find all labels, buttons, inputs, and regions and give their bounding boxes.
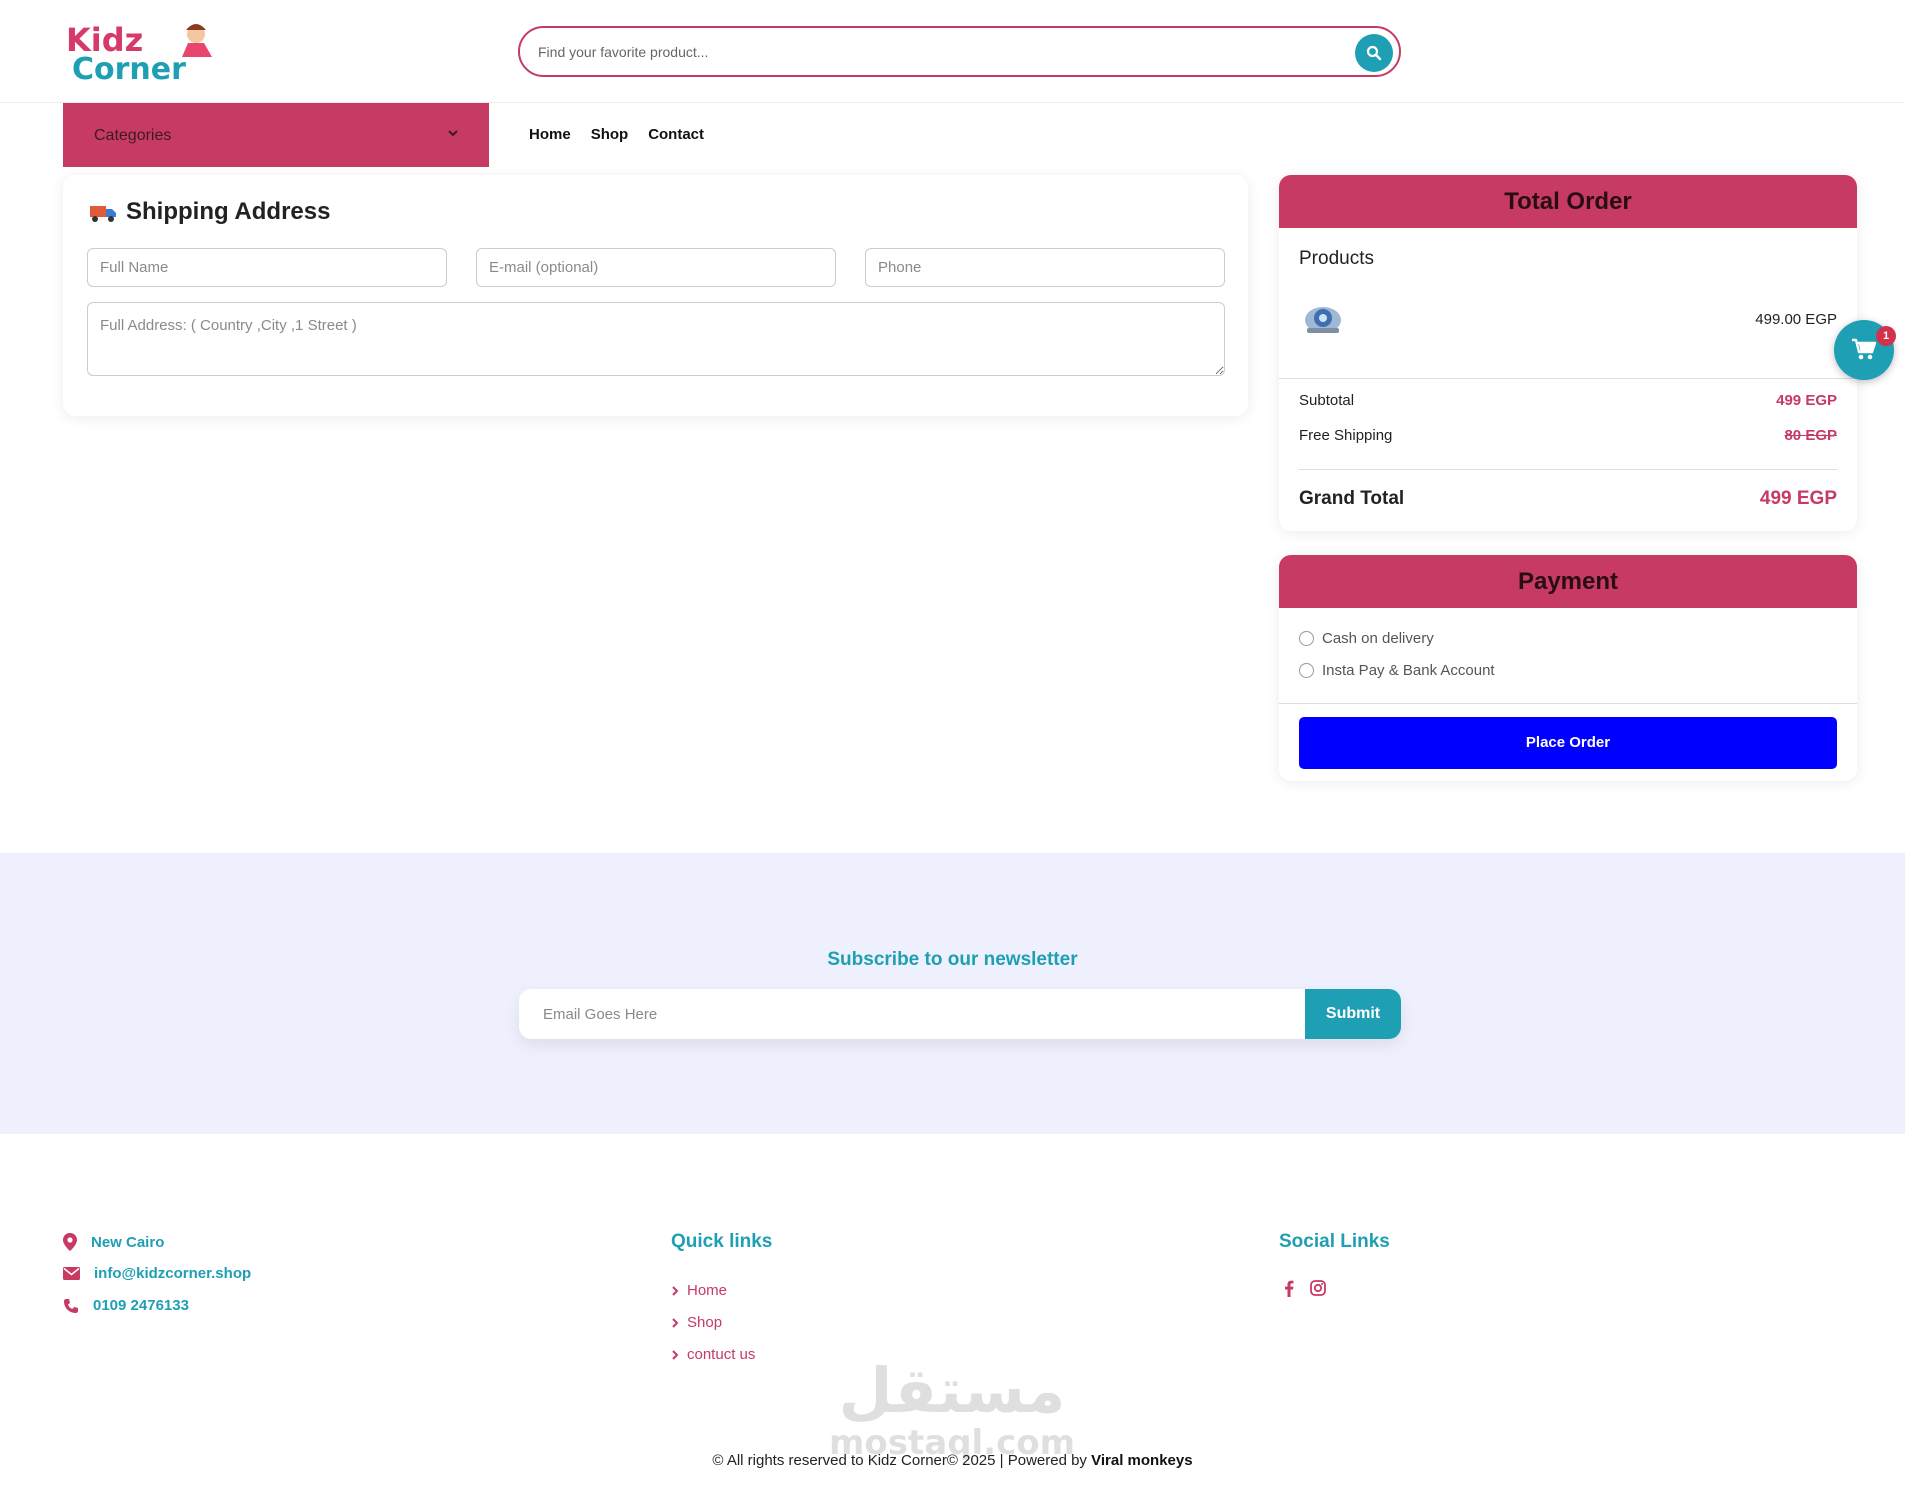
phone-field[interactable] [865, 248, 1225, 287]
chevron-down-icon [448, 130, 458, 137]
chevron-right-icon [672, 1285, 679, 1296]
radio-button[interactable] [1299, 631, 1314, 646]
main-nav: Home Shop Contact [529, 126, 704, 143]
envelope-icon [63, 1267, 80, 1280]
products-label: Products [1299, 248, 1374, 269]
search-input[interactable] [538, 38, 1318, 66]
newsletter-submit-button[interactable]: Submit [1305, 989, 1401, 1039]
search-bar [518, 26, 1401, 77]
site-header: Kidz Corner [0, 0, 1905, 103]
contact-email[interactable]: info@kidzcorner.shop [63, 1265, 251, 1282]
payment-option-instapay[interactable]: Insta Pay & Bank Account [1299, 662, 1495, 679]
social-links-title: Social Links [1279, 1231, 1390, 1252]
divider [1279, 703, 1857, 704]
categories-label: Categories [94, 127, 172, 144]
email-field[interactable] [476, 248, 836, 287]
total-order-title: Total Order [1279, 175, 1857, 228]
radio-button[interactable] [1299, 663, 1314, 678]
chevron-right-icon [672, 1349, 679, 1360]
place-order-button[interactable]: Place Order [1299, 717, 1837, 769]
categories-dropdown[interactable]: Categories [63, 103, 489, 167]
facebook-icon[interactable] [1284, 1280, 1294, 1297]
search-icon [1366, 45, 1382, 61]
total-order-card: Total Order Products 499.00 EGP Subtotal… [1279, 175, 1857, 531]
floating-cart-button[interactable]: 1 [1834, 320, 1896, 380]
newsletter-section: Subscribe to our newsletter Submit [0, 853, 1905, 1134]
powered-by-link[interactable]: Viral monkeys [1091, 1452, 1192, 1469]
cart-count-badge: 1 [1876, 326, 1896, 346]
nav-link-home[interactable]: Home [529, 126, 571, 143]
newsletter-email-input[interactable] [543, 1001, 1283, 1027]
quick-link-home[interactable]: Home [671, 1282, 727, 1299]
quick-link-contact[interactable]: contuct us [671, 1346, 755, 1363]
shipping-title: Shipping Address [89, 198, 330, 226]
svg-text:مستقل: مستقل [839, 1354, 1066, 1427]
newsletter-form: Submit [519, 989, 1401, 1039]
copyright-text: © All rights reserved to Kidz Corner© 20… [712, 1452, 1193, 1469]
newsletter-title: Subscribe to our newsletter [827, 949, 1078, 970]
svg-text:Corner: Corner [72, 52, 186, 84]
full-name-field[interactable] [87, 248, 447, 287]
payment-card: Payment Cash on delivery Insta Pay & Ban… [1279, 555, 1857, 781]
nav-link-shop[interactable]: Shop [591, 126, 629, 143]
grand-total-value: 499 EGP [1759, 488, 1837, 509]
payment-title: Payment [1279, 555, 1857, 608]
grand-total-label: Grand Total [1299, 488, 1405, 509]
nav-link-contact[interactable]: Contact [648, 126, 704, 143]
cart-icon [1852, 338, 1877, 360]
contact-phone[interactable]: 0109 2476133 [63, 1297, 189, 1314]
product-price: 499.00 EGP [1755, 311, 1837, 328]
shipping-address-card: Shipping Address [63, 175, 1248, 416]
subtotal-value: 499 EGP [1776, 392, 1837, 409]
quick-link-shop[interactable]: Shop [671, 1314, 722, 1331]
chevron-right-icon [672, 1317, 679, 1328]
divider [1299, 469, 1837, 470]
divider [1279, 378, 1857, 379]
kidz-corner-logo[interactable]: Kidz Corner [64, 18, 234, 84]
map-pin-icon [63, 1233, 77, 1251]
payment-option-cash[interactable]: Cash on delivery [1299, 630, 1434, 647]
quick-links-title: Quick links [671, 1231, 773, 1252]
shipping-label: Free Shipping [1299, 427, 1393, 444]
social-links [1284, 1280, 1326, 1297]
mostaql-watermark: مستقل mostaql.com [830, 1354, 1075, 1460]
instagram-icon[interactable] [1310, 1280, 1326, 1296]
product-thumbnail[interactable] [1301, 300, 1345, 336]
subtotal-label: Subtotal [1299, 392, 1355, 409]
contact-location: New Cairo [63, 1233, 164, 1251]
shipping-value: 80 EGP [1784, 427, 1837, 444]
search-button[interactable] [1355, 34, 1393, 72]
full-address-field[interactable] [87, 302, 1225, 376]
phone-icon [64, 1298, 78, 1313]
truck-icon [90, 206, 116, 222]
